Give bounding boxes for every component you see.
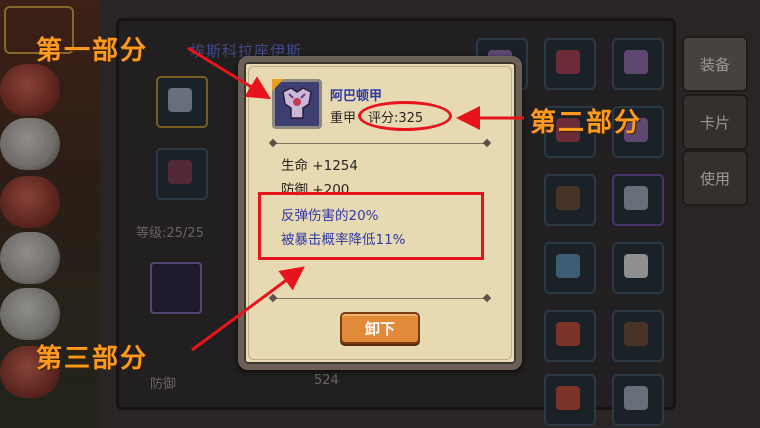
annotation-arrows — [187, 46, 524, 352]
arrow-part3 — [191, 266, 305, 352]
arrow-part1 — [187, 46, 272, 100]
